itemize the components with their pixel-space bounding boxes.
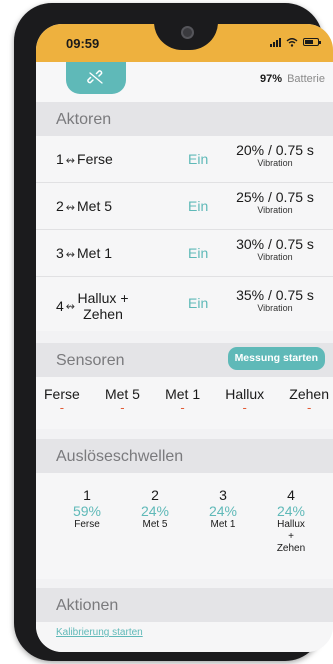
calibration-link[interactable]: Kalibrierung starten (56, 627, 143, 638)
schwellen-header: Auslöseschwellen (36, 439, 333, 473)
sensoren-header: Sensoren Messung starten (36, 343, 333, 377)
aktor-state[interactable]: Ein (188, 295, 208, 311)
sensoren-body: Ferse - Met 5- Met 1- Hallux - Zehen - (36, 377, 333, 429)
aktoren-list: 1 ↭ Ferse Ein 20% / 0.75 s Vibration 2 ↭ Met … (36, 136, 333, 331)
battery-icon (303, 38, 321, 46)
battery-percent: 97% (259, 73, 283, 85)
start-measurement-button[interactable]: Messung starten (227, 347, 325, 370)
aktor-name: 1 ↭ Ferse (56, 151, 113, 167)
sensor-item: Hallux - (225, 386, 265, 415)
unlink-icon (87, 70, 103, 84)
sensoren-title: Sensoren (56, 352, 125, 369)
schwellen-title: Auslöseschwellen (56, 448, 184, 465)
aktoren-header: Aktoren (36, 102, 333, 136)
aktor-row-1[interactable]: 1 ↭ Ferse Ein 20% / 0.75 s Vibration (36, 136, 333, 183)
aktor-setting: 25% / 0.75 s Vibration (236, 189, 314, 215)
wifi-icon (286, 38, 298, 47)
link-icon: ↭ (65, 249, 76, 261)
link-icon: ↭ (65, 155, 76, 167)
aktoren-title: Aktoren (56, 111, 112, 128)
threshold-item[interactable]: 3 24% Met 1 (190, 487, 256, 555)
aktor-name: 4 ↭ Hallux + Zehen (56, 290, 129, 322)
top-bar: 97% Batterie (36, 62, 333, 102)
aktor-name: 3 ↭ Met 1 (56, 245, 113, 261)
connection-button[interactable] (66, 62, 126, 94)
aktionen-header: Aktionen (36, 588, 333, 622)
aktor-name: 2 ↭ Met 5 (56, 198, 113, 214)
aktor-state[interactable]: Ein (188, 151, 208, 167)
threshold-item[interactable]: 2 24% Met 5 (122, 487, 188, 555)
sensor-item: Ferse - (44, 386, 80, 415)
screen: 09:59 97% Batterie Aktoren 1 ↭ Ferse Ein… (36, 24, 333, 652)
sensor-item: Met 1- (165, 386, 201, 415)
aktor-row-3[interactable]: 3 ↭ Met 1 Ein 30% / 0.75 s Vibration (36, 230, 333, 277)
aktor-state[interactable]: Ein (188, 198, 208, 214)
schwellen-body: 1 59% Ferse 2 24% Met 5 3 24% Met 1 4 24% Hallux… (36, 473, 333, 579)
aktor-row-2[interactable]: 2 ↭ Met 5 Ein 25% / 0.75 s Vibration (36, 183, 333, 230)
phone-frame: 09:59 97% Batterie Aktoren 1 ↭ Ferse Ein… (14, 3, 333, 661)
aktor-row-4[interactable]: 4 ↭ Hallux + Zehen Ein 35% / 0.75 s Vibrati… (36, 277, 333, 330)
aktor-state[interactable]: Ein (188, 245, 208, 261)
sensor-item: Zehen - (289, 386, 329, 415)
sensor-item: Met 5- (104, 386, 140, 415)
signal-icon (270, 37, 281, 47)
battery-label: Batterie (287, 73, 325, 85)
aktor-setting: 35% / 0.75 s Vibration (236, 287, 314, 313)
threshold-item[interactable]: 1 59% Ferse (54, 487, 120, 555)
system-icons (270, 36, 321, 48)
threshold-grid: 1 59% Ferse 2 24% Met 5 3 24% Met 1 4 24% Hallux… (54, 487, 324, 555)
aktor-setting: 30% / 0.75 s Vibration (236, 236, 314, 262)
link-icon: ↭ (65, 202, 76, 214)
sensor-grid: Ferse - Met 5- Met 1- Hallux - Zehen - (44, 386, 329, 414)
aktionen-body: Kalibrierung starten (36, 622, 333, 652)
link-icon: ↭ (65, 300, 76, 313)
battery-status: 97% Batterie (260, 73, 325, 85)
clock: 09:59 (66, 36, 100, 51)
aktor-setting: 20% / 0.75 s Vibration (236, 142, 314, 168)
camera-icon (181, 26, 194, 39)
aktionen-title: Aktionen (56, 597, 119, 614)
threshold-item[interactable]: 4 24% Hallux + Zehen (258, 487, 324, 555)
